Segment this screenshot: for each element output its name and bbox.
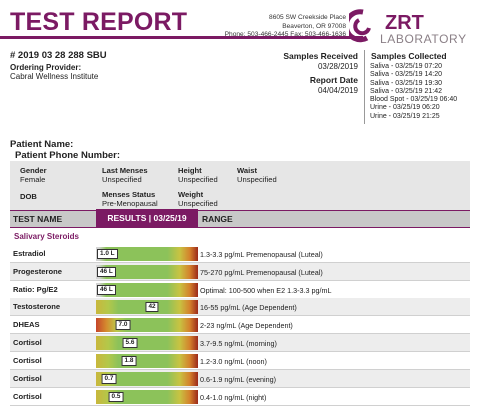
gender-label: Gender <box>20 166 47 175</box>
test-name: Ratio: Pg/E2 <box>13 285 58 294</box>
test-name: Cortisol <box>13 392 42 401</box>
result-bar: 46 L <box>96 283 198 297</box>
ordering-provider-label: Ordering Provider: <box>10 63 82 72</box>
reference-range: 0.6-1.9 ng/mL (evening) <box>200 375 277 384</box>
test-name: Progesterone <box>13 267 62 276</box>
result-bar: 1.0 L <box>96 247 198 261</box>
collected-item: Saliva - 03/25/19 14:20 <box>370 71 442 79</box>
table-row: Ratio: Pg/E2 46 L Optimal: 100-500 when E2… <box>10 281 470 299</box>
section-salivary-steroids: Salivary Steroids <box>14 232 79 241</box>
address-line: Beaverton, OR 97008 <box>282 22 346 30</box>
address-line: 8605 SW Creekside Place <box>269 14 346 21</box>
results-table-header: TEST NAME RESULTS | 03/25/19 RANGE <box>10 209 470 228</box>
weight-value: Unspecified <box>178 199 218 208</box>
header-rule <box>0 36 363 39</box>
col-test-name: TEST NAME <box>13 214 63 224</box>
result-bar: 1.8 <box>96 354 198 368</box>
height-label: Height <box>178 166 202 175</box>
samples-received-label: Samples Received <box>283 51 358 61</box>
col-range: RANGE <box>202 214 233 224</box>
samples-collected-label: Samples Collected <box>371 51 447 61</box>
reference-range: 1.3-3.3 pg/mL Premenopausal (Luteal) <box>200 250 323 259</box>
table-row: Estradiol 1.0 L 1.3-3.3 pg/mL Premenopausa… <box>10 245 470 263</box>
last-menses-value: Unspecified <box>102 175 142 184</box>
collected-item: Blood Spot - 03/25/19 06:40 <box>370 96 458 104</box>
test-name: Testosterone <box>13 302 61 311</box>
menses-status-label: Menses Status <box>102 190 156 199</box>
ordering-provider-value: Cabral Wellness Institute <box>10 72 99 81</box>
collected-item: Urine - 03/25/19 21:25 <box>370 112 440 120</box>
collected-item: Saliva - 03/25/19 19:30 <box>370 79 442 87</box>
patient-info-box: Gender Female DOB Last Menses Unspecifie… <box>10 161 470 210</box>
result-marker: 42 <box>145 302 159 312</box>
result-bar: 0.5 <box>96 390 198 404</box>
result-marker: 5.6 <box>122 338 138 348</box>
samples-received-value: 03/28/2019 <box>317 62 358 71</box>
waist-value: Unspecified <box>237 175 277 184</box>
sample-id: # 2019 03 28 288 SBU <box>10 50 107 61</box>
reference-range: 2-23 ng/mL (Age Dependent) <box>200 321 293 330</box>
logo-swirl-icon <box>349 9 371 43</box>
reference-range: 3.7-9.5 ng/mL (morning) <box>200 339 277 348</box>
table-row: Cortisol 0.7 0.6-1.9 ng/mL (evening) <box>10 370 470 388</box>
result-marker: 0.5 <box>108 392 124 402</box>
patient-name-label: Patient Name: <box>10 139 74 150</box>
result-marker: 1.8 <box>121 356 137 366</box>
dob-label: DOB <box>20 192 37 201</box>
report-date-value: 04/04/2019 <box>317 86 358 95</box>
test-name: Cortisol <box>13 356 42 365</box>
result-marker: 0.7 <box>101 374 117 384</box>
result-bar: 7.0 <box>96 318 198 332</box>
test-name: Cortisol <box>13 374 42 383</box>
menses-status-value: Pre-Menopausal <box>102 199 158 208</box>
result-bar: 5.6 <box>96 336 198 350</box>
report-date-label: Report Date <box>309 75 358 85</box>
collected-item: Urine - 03/25/19 06:20 <box>370 104 440 112</box>
test-name: Estradiol <box>13 249 46 258</box>
gender-value: Female <box>20 175 46 184</box>
table-row: DHEAS 7.0 2-23 ng/mL (Age Dependent) <box>10 316 470 334</box>
report-title: TEST REPORT <box>10 8 188 36</box>
result-marker: 1.0 L <box>97 249 118 259</box>
reference-range: 0.4-1.0 ng/mL (night) <box>200 393 267 402</box>
test-name: Cortisol <box>13 338 42 347</box>
table-row: Cortisol 0.5 0.4-1.0 ng/mL (night) <box>10 388 470 406</box>
col-results: RESULTS | 03/25/19 <box>96 209 198 228</box>
table-row: Cortisol 5.6 3.7-9.5 ng/mL (morning) <box>10 334 470 352</box>
result-marker: 46 L <box>97 267 116 277</box>
result-marker: 7.0 <box>115 320 131 330</box>
height-value: Unspecified <box>178 175 218 184</box>
samples-collected-list: Saliva - 03/25/19 07:20 Saliva - 03/25/1… <box>370 63 457 121</box>
collected-item: Saliva - 03/25/19 07:20 <box>370 63 442 70</box>
reference-range: 16-55 pg/mL (Age Dependent) <box>200 303 297 312</box>
table-row: Cortisol 1.8 1.2-3.0 ng/mL (noon) <box>10 352 470 370</box>
reference-range: 1.2-3.0 ng/mL (noon) <box>200 357 267 366</box>
waist-label: Waist <box>237 166 257 175</box>
reference-range: Optimal: 100-500 when E2 1.3-3.3 pg/mL <box>200 286 332 295</box>
collected-divider <box>364 50 365 124</box>
reference-range: 75-270 pg/mL Premenopausal (Luteal) <box>200 268 323 277</box>
test-name: DHEAS <box>13 320 40 329</box>
result-bar: 42 <box>96 300 198 314</box>
table-row: Testosterone 42 16-55 pg/mL (Age Dependent… <box>10 298 470 316</box>
result-marker: 46 L <box>97 285 116 295</box>
table-row: Progesterone 46 L 75-270 pg/mL Premenopaus… <box>10 263 470 281</box>
weight-label: Weight <box>178 190 204 199</box>
patient-phone-label: Patient Phone Number: <box>15 150 121 161</box>
zrt-laboratory-logo: ZRT LABORATORY <box>349 9 467 46</box>
collected-item: Saliva - 03/25/19 21:42 <box>370 87 442 95</box>
result-bar: 0.7 <box>96 372 198 386</box>
logo-zrt: ZRT <box>385 12 424 34</box>
last-menses-label: Last Menses <box>102 166 148 175</box>
logo-laboratory: LABORATORY <box>380 32 467 46</box>
result-bar: 46 L <box>96 265 198 279</box>
